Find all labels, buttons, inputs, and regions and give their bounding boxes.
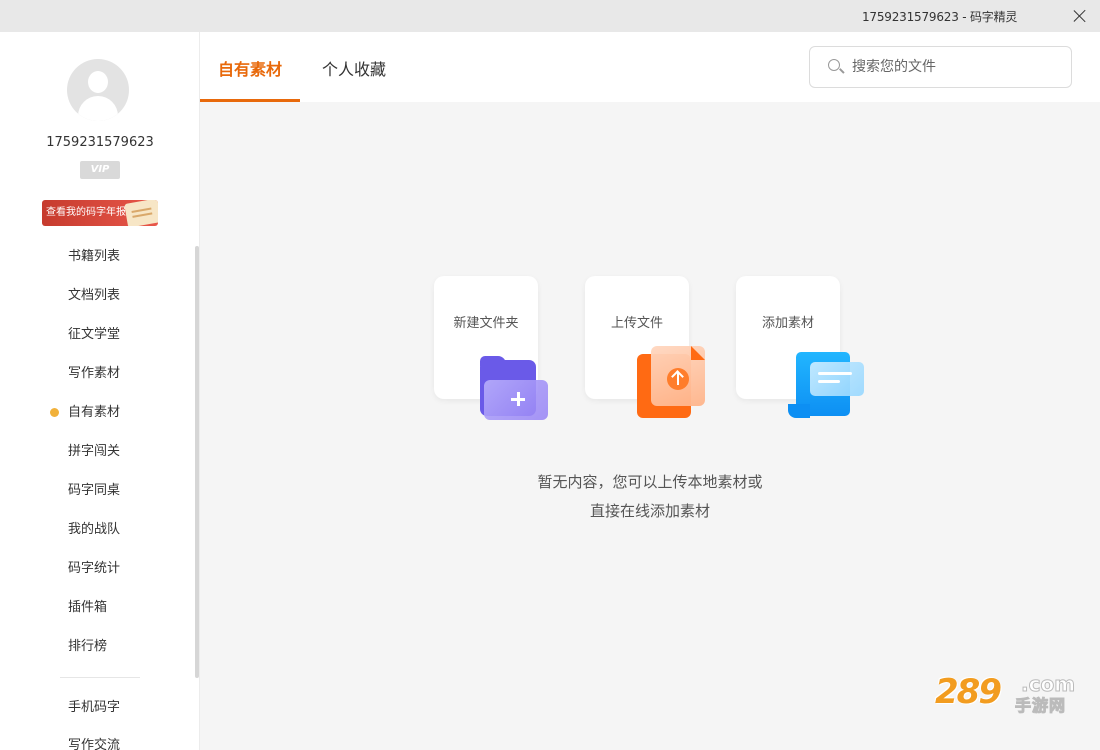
username: 1759231579623	[46, 135, 154, 150]
close-icon[interactable]	[1070, 6, 1090, 26]
new-folder-icon	[480, 356, 552, 422]
sidebar-item-label: 我的战队	[68, 522, 121, 537]
vip-badge: VIP	[80, 161, 120, 179]
top-bar: 自有素材 个人收藏	[200, 32, 1100, 102]
sidebar-divider	[60, 677, 140, 678]
site-watermark-logo: 289 .com 手游网	[935, 672, 1080, 716]
sidebar-item-my-team[interactable]: 我的战队	[0, 510, 199, 549]
search-icon[interactable]	[828, 59, 844, 75]
sidebar-item-writing-exchange[interactable]: 写作交流	[0, 727, 199, 750]
titlebar-user-id: 1759231579623 - 码字精灵	[862, 10, 1018, 24]
sidebar-item-label: 书籍列表	[68, 249, 121, 264]
content-area: 新建文件夹 上传文件 添加素材 暂无内容，您可以上传本地素材或 直接在线添加素材	[200, 102, 1100, 750]
watermark-main: 289	[935, 672, 1002, 712]
annual-report-banner-label: 查看我的码字年报	[46, 207, 126, 218]
tab-personal-favorites[interactable]: 个人收藏	[322, 56, 386, 80]
sidebar-item-label: 文档列表	[68, 288, 121, 303]
sidebar-item-writing-stats[interactable]: 码字统计	[0, 549, 199, 588]
sidebar-scrollbar[interactable]	[195, 246, 199, 678]
sidebar-item-label: 征文学堂	[68, 327, 121, 342]
sidebar-item-contest-school[interactable]: 征文学堂	[0, 315, 199, 354]
search-box[interactable]	[809, 46, 1072, 88]
sidebar-item-own-material[interactable]: 自有素材	[0, 393, 199, 432]
sidebar-item-label: 写作素材	[68, 366, 121, 381]
sidebar-item-label: 码字统计	[68, 561, 121, 576]
new-folder-label: 新建文件夹	[453, 316, 519, 331]
add-material-icon	[788, 352, 866, 420]
sidebar-item-document-list[interactable]: 文档列表	[0, 276, 199, 315]
sidebar-item-label: 拼字闯关	[68, 444, 121, 459]
active-dot-icon	[50, 408, 59, 417]
scroll-icon	[124, 200, 158, 226]
sidebar-item-label: 写作交流	[68, 738, 121, 750]
sidebar-item-plugin-box[interactable]: 插件箱	[0, 588, 199, 627]
avatar-body-shape	[78, 96, 118, 121]
upload-file-icon	[637, 346, 709, 422]
sidebar-item-spelling-challenge[interactable]: 拼字闯关	[0, 432, 199, 471]
tab-own-material[interactable]: 自有素材	[218, 56, 282, 80]
sidebar-item-label: 手机码字	[68, 700, 121, 715]
sidebar-item-label: 自有素材	[68, 405, 121, 420]
sidebar-item-label: 插件箱	[68, 600, 108, 615]
upload-file-card[interactable]: 上传文件	[585, 276, 705, 418]
sidebar-bottom-nav: 手机码字 写作交流	[0, 689, 199, 750]
watermark-sub: 手游网	[1014, 696, 1067, 716]
annual-report-banner[interactable]: 查看我的码字年报	[42, 200, 158, 226]
sidebar-item-book-list[interactable]: 书籍列表	[0, 237, 199, 276]
title-bar: 1759231579623 - 码字精灵	[0, 0, 1100, 32]
new-folder-card[interactable]: 新建文件夹	[434, 276, 548, 420]
sidebar: 1759231579623 VIP 查看我的码字年报 书籍列表 文档列表 征文学…	[0, 32, 200, 750]
empty-state-text-line2: 直接在线添加素材	[589, 502, 710, 520]
sidebar-item-writing-deskmate[interactable]: 码字同桌	[0, 471, 199, 510]
search-input[interactable]	[852, 56, 1052, 78]
sidebar-item-leaderboard[interactable]: 排行榜	[0, 627, 199, 666]
add-material-card[interactable]: 添加素材	[736, 276, 864, 418]
upload-file-label: 上传文件	[610, 316, 663, 331]
sidebar-item-writing-material[interactable]: 写作素材	[0, 354, 199, 393]
sidebar-item-mobile-writing[interactable]: 手机码字	[0, 689, 199, 727]
sidebar-item-label: 排行榜	[68, 639, 108, 654]
avatar[interactable]	[67, 59, 129, 121]
empty-state-text-line1: 暂无内容，您可以上传本地素材或	[537, 473, 763, 491]
sidebar-item-label: 码字同桌	[68, 483, 121, 498]
add-material-label: 添加素材	[761, 316, 814, 331]
sidebar-nav: 书籍列表 文档列表 征文学堂 写作素材 自有素材 拼字闯关 码字同桌 我的战队 …	[0, 237, 199, 750]
avatar-head-shape	[88, 71, 108, 93]
